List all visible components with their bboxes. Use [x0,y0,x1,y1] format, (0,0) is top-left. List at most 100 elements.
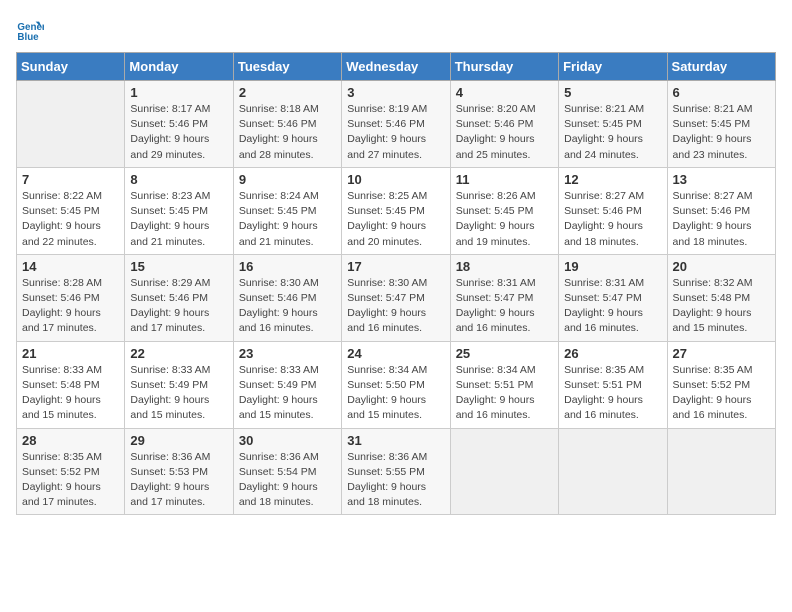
col-header-sunday: Sunday [17,53,125,81]
day-number: 6 [673,85,770,100]
day-info: Sunrise: 8:20 AM Sunset: 5:46 PM Dayligh… [456,102,553,163]
day-number: 10 [347,172,444,187]
day-number: 14 [22,259,119,274]
day-number: 15 [130,259,227,274]
day-cell: 17 Sunrise: 8:30 AM Sunset: 5:47 PM Dayli… [342,254,450,341]
day-info: Sunrise: 8:27 AM Sunset: 5:46 PM Dayligh… [673,189,770,250]
day-info: Sunrise: 8:34 AM Sunset: 5:50 PM Dayligh… [347,363,444,424]
day-cell: 14 Sunrise: 8:28 AM Sunset: 5:46 PM Dayli… [17,254,125,341]
day-number: 4 [456,85,553,100]
day-cell: 21 Sunrise: 8:33 AM Sunset: 5:48 PM Dayli… [17,341,125,428]
day-info: Sunrise: 8:31 AM Sunset: 5:47 PM Dayligh… [456,276,553,337]
day-number: 22 [130,346,227,361]
day-info: Sunrise: 8:18 AM Sunset: 5:46 PM Dayligh… [239,102,336,163]
day-number: 7 [22,172,119,187]
col-header-thursday: Thursday [450,53,558,81]
week-row-5: 28 Sunrise: 8:35 AM Sunset: 5:52 PM Dayli… [17,428,776,515]
day-cell: 5 Sunrise: 8:21 AM Sunset: 5:45 PM Daylig… [559,81,667,168]
day-info: Sunrise: 8:24 AM Sunset: 5:45 PM Dayligh… [239,189,336,250]
day-cell: 30 Sunrise: 8:36 AM Sunset: 5:54 PM Dayli… [233,428,341,515]
day-info: Sunrise: 8:29 AM Sunset: 5:46 PM Dayligh… [130,276,227,337]
day-info: Sunrise: 8:22 AM Sunset: 5:45 PM Dayligh… [22,189,119,250]
day-info: Sunrise: 8:21 AM Sunset: 5:45 PM Dayligh… [564,102,661,163]
col-header-saturday: Saturday [667,53,775,81]
day-cell: 8Sunrise: 8:23 AM Sunset: 5:45 PM Daylig… [125,167,233,254]
day-cell: 7 Sunrise: 8:22 AM Sunset: 5:45 PM Daylig… [17,167,125,254]
day-number: 27 [673,346,770,361]
day-number: 3 [347,85,444,100]
day-cell: 29 Sunrise: 8:36 AM Sunset: 5:53 PM Dayli… [125,428,233,515]
day-cell [559,428,667,515]
week-row-3: 14 Sunrise: 8:28 AM Sunset: 5:46 PM Dayli… [17,254,776,341]
day-info: Sunrise: 8:35 AM Sunset: 5:52 PM Dayligh… [22,450,119,511]
day-info: Sunrise: 8:36 AM Sunset: 5:53 PM Dayligh… [130,450,227,511]
day-number: 26 [564,346,661,361]
day-info: Sunrise: 8:34 AM Sunset: 5:51 PM Dayligh… [456,363,553,424]
day-number: 5 [564,85,661,100]
day-cell: 23 Sunrise: 8:33 AM Sunset: 5:49 PM Dayli… [233,341,341,428]
day-number: 11 [456,172,553,187]
col-header-monday: Monday [125,53,233,81]
day-info: Sunrise: 8:31 AM Sunset: 5:47 PM Dayligh… [564,276,661,337]
day-cell: 15 Sunrise: 8:29 AM Sunset: 5:46 PM Dayli… [125,254,233,341]
day-cell: 25 Sunrise: 8:34 AM Sunset: 5:51 PM Dayli… [450,341,558,428]
day-number: 23 [239,346,336,361]
day-number: 20 [673,259,770,274]
day-number: 12 [564,172,661,187]
day-number: 17 [347,259,444,274]
day-cell: 10Sunrise: 8:25 AM Sunset: 5:45 PM Dayli… [342,167,450,254]
day-cell: 22 Sunrise: 8:33 AM Sunset: 5:49 PM Dayli… [125,341,233,428]
col-header-tuesday: Tuesday [233,53,341,81]
day-number: 9 [239,172,336,187]
day-cell: 19Sunrise: 8:31 AM Sunset: 5:47 PM Dayli… [559,254,667,341]
day-cell: 20 Sunrise: 8:32 AM Sunset: 5:48 PM Dayli… [667,254,775,341]
day-info: Sunrise: 8:28 AM Sunset: 5:46 PM Dayligh… [22,276,119,337]
day-cell: 28 Sunrise: 8:35 AM Sunset: 5:52 PM Dayli… [17,428,125,515]
day-cell: 3Sunrise: 8:19 AM Sunset: 5:46 PM Daylig… [342,81,450,168]
day-cell [450,428,558,515]
day-number: 24 [347,346,444,361]
day-number: 21 [22,346,119,361]
day-number: 31 [347,433,444,448]
col-header-wednesday: Wednesday [342,53,450,81]
day-number: 28 [22,433,119,448]
day-info: Sunrise: 8:33 AM Sunset: 5:49 PM Dayligh… [239,363,336,424]
logo: General Blue [16,16,48,44]
day-info: Sunrise: 8:33 AM Sunset: 5:49 PM Dayligh… [130,363,227,424]
day-number: 25 [456,346,553,361]
day-cell [17,81,125,168]
day-info: Sunrise: 8:27 AM Sunset: 5:46 PM Dayligh… [564,189,661,250]
day-number: 29 [130,433,227,448]
day-cell: 26 Sunrise: 8:35 AM Sunset: 5:51 PM Dayli… [559,341,667,428]
day-cell: 6 Sunrise: 8:21 AM Sunset: 5:45 PM Daylig… [667,81,775,168]
day-cell: 18 Sunrise: 8:31 AM Sunset: 5:47 PM Dayli… [450,254,558,341]
day-info: Sunrise: 8:32 AM Sunset: 5:48 PM Dayligh… [673,276,770,337]
week-row-2: 7 Sunrise: 8:22 AM Sunset: 5:45 PM Daylig… [17,167,776,254]
day-number: 30 [239,433,336,448]
day-info: Sunrise: 8:26 AM Sunset: 5:45 PM Dayligh… [456,189,553,250]
col-header-friday: Friday [559,53,667,81]
day-cell [667,428,775,515]
day-info: Sunrise: 8:36 AM Sunset: 5:54 PM Dayligh… [239,450,336,511]
day-number: 16 [239,259,336,274]
day-cell: 4 Sunrise: 8:20 AM Sunset: 5:46 PM Daylig… [450,81,558,168]
day-number: 2 [239,85,336,100]
calendar-table: SundayMondayTuesdayWednesdayThursdayFrid… [16,52,776,515]
day-cell: 2 Sunrise: 8:18 AM Sunset: 5:46 PM Daylig… [233,81,341,168]
day-number: 18 [456,259,553,274]
day-cell: 12 Sunrise: 8:27 AM Sunset: 5:46 PM Dayli… [559,167,667,254]
day-cell: 24 Sunrise: 8:34 AM Sunset: 5:50 PM Dayli… [342,341,450,428]
day-info: Sunrise: 8:21 AM Sunset: 5:45 PM Dayligh… [673,102,770,163]
day-number: 13 [673,172,770,187]
day-info: Sunrise: 8:35 AM Sunset: 5:52 PM Dayligh… [673,363,770,424]
day-number: 1 [130,85,227,100]
day-info: Sunrise: 8:33 AM Sunset: 5:48 PM Dayligh… [22,363,119,424]
day-info: Sunrise: 8:30 AM Sunset: 5:47 PM Dayligh… [347,276,444,337]
week-row-4: 21 Sunrise: 8:33 AM Sunset: 5:48 PM Dayli… [17,341,776,428]
day-info: Sunrise: 8:35 AM Sunset: 5:51 PM Dayligh… [564,363,661,424]
page-header: General Blue [16,16,776,44]
day-info: Sunrise: 8:36 AM Sunset: 5:55 PM Dayligh… [347,450,444,511]
day-cell: 9 Sunrise: 8:24 AM Sunset: 5:45 PM Daylig… [233,167,341,254]
day-cell: 11 Sunrise: 8:26 AM Sunset: 5:45 PM Dayli… [450,167,558,254]
svg-text:Blue: Blue [17,32,39,43]
